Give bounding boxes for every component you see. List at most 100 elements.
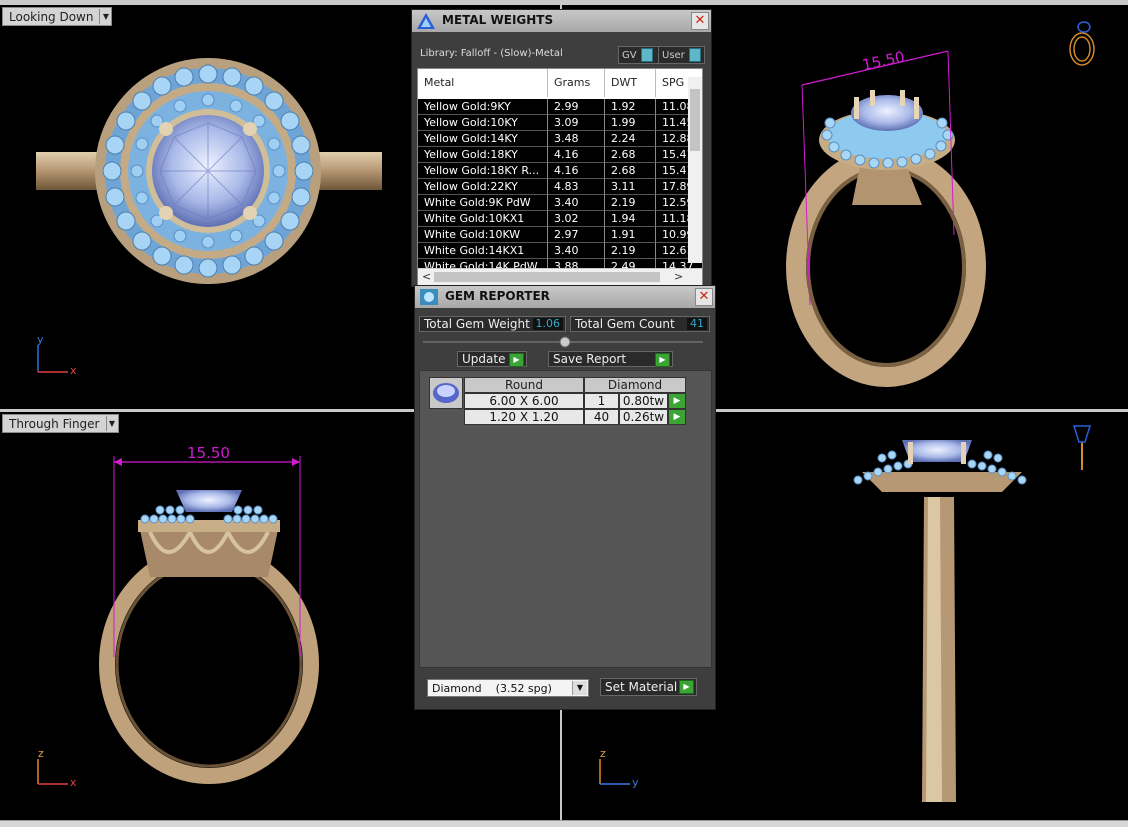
metal-name: White Gold:10KX1 — [418, 211, 548, 227]
total-gem-weight-label: Total Gem Weight — [424, 317, 530, 331]
play-icon: ▶ — [509, 353, 524, 367]
grams-value: 4.16 — [548, 163, 605, 179]
gem-table: Round Diamond 6.00 X 6.00 1 0.80tw ▶ 1.2… — [464, 377, 686, 425]
metal-name: White Gold:9K PdW — [418, 195, 548, 211]
metal-name: White Gold:14KX1 — [418, 243, 548, 259]
table-header: Metal Grams DWT SPG — [418, 69, 702, 97]
material-select[interactable]: Diamond (3.52 spg) ▼ — [427, 679, 589, 697]
axis-z-label: z — [600, 747, 606, 760]
table-row[interactable]: White Gold:10KW 2.97 1.91 10.99 — [418, 227, 702, 243]
user-toggle[interactable]: User — [658, 46, 705, 64]
select-row-icon[interactable]: ▶ — [668, 393, 686, 409]
toggle-switch-icon — [640, 48, 653, 62]
table-body: Yellow Gold:9KY 2.99 1.92 11.08 Yellow Gold… — [418, 99, 702, 275]
column-header-metal[interactable]: Metal — [418, 69, 548, 97]
grams-value: 2.99 — [548, 99, 605, 115]
shape-header: Round — [464, 377, 584, 393]
scale-icon — [417, 13, 435, 29]
gem-count: 40 — [584, 409, 619, 425]
dwt-value: 1.99 — [605, 115, 656, 131]
metal-name: Yellow Gold:18KY — [418, 147, 548, 163]
table-row[interactable]: Yellow Gold:22KY 4.83 3.11 17.89 — [418, 179, 702, 195]
panel-title: METAL WEIGHTS — [442, 13, 554, 27]
axis-x-label: x — [70, 364, 77, 377]
set-material-button[interactable]: Set Material ▶ — [600, 678, 697, 696]
gem-table-header: Round Diamond — [464, 377, 686, 393]
table-row[interactable]: Yellow Gold:10KY 3.09 1.99 11.45 — [418, 115, 702, 131]
gem-reporter-titlebar[interactable]: GEM REPORTER ✕ — [415, 286, 715, 308]
gem-weight: 0.26tw — [619, 409, 668, 425]
play-icon: ▶ — [655, 353, 670, 367]
chevron-down-icon[interactable]: ▼ — [572, 681, 587, 695]
table-row[interactable]: 1.20 X 1.20 40 0.26tw ▶ — [464, 409, 686, 425]
dimension-label: 15.50 — [187, 444, 230, 462]
status-bar — [0, 820, 1128, 827]
total-gem-count-field: Total Gem Count 41 — [570, 316, 710, 332]
material-header: Diamond — [584, 377, 686, 393]
dwt-value: 3.11 — [605, 179, 656, 195]
grams-value: 4.83 — [548, 179, 605, 195]
close-icon[interactable]: ✕ — [695, 288, 713, 306]
table-row[interactable]: White Gold:10KX1 3.02 1.94 11.18 — [418, 211, 702, 227]
table-row[interactable]: Yellow Gold:14KY 3.48 2.24 12.88 — [418, 131, 702, 147]
table-row[interactable]: Yellow Gold:9KY 2.99 1.92 11.08 — [418, 99, 702, 115]
axis-y-label: y — [632, 776, 639, 789]
material-select-value: Diamond (3.52 spg) — [432, 681, 552, 695]
table-row[interactable]: Yellow Gold:18KY R... 4.16 2.68 15.41 — [418, 163, 702, 179]
gem-list-area[interactable]: Round Diamond 6.00 X 6.00 1 0.80tw ▶ 1.2… — [419, 370, 712, 668]
gem-reporter-panel[interactable]: GEM REPORTER ✕ Total Gem Weight 1.06 Tot… — [414, 285, 716, 710]
close-icon[interactable]: ✕ — [691, 12, 709, 30]
save-report-label: Save Report — [553, 352, 627, 366]
dwt-value: 2.68 — [605, 163, 656, 179]
user-toggle-label: User — [662, 49, 685, 61]
metal-weights-titlebar[interactable]: METAL WEIGHTS ✕ — [412, 10, 711, 32]
gv-toggle[interactable]: GV — [618, 46, 659, 64]
total-gem-weight-value: 1.06 — [532, 318, 563, 330]
metal-name: Yellow Gold:14KY — [418, 131, 548, 147]
horizontal-scrollbar[interactable]: < > — [418, 268, 702, 285]
column-header-grams[interactable]: Grams — [548, 69, 605, 97]
total-gem-weight-field: Total Gem Weight 1.06 — [419, 316, 566, 332]
metal-weights-table[interactable]: Metal Grams DWT SPG Yellow Gold:9KY 2.99 1… — [417, 68, 703, 286]
grams-value: 3.02 — [548, 211, 605, 227]
table-row[interactable]: White Gold:9K PdW 3.40 2.19 12.59 — [418, 195, 702, 211]
grams-value: 3.40 — [548, 195, 605, 211]
gem-weight: 0.80tw — [619, 393, 668, 409]
metal-name: Yellow Gold:18KY R... — [418, 163, 548, 179]
toggle-switch-icon — [688, 48, 701, 62]
panel-title: GEM REPORTER — [445, 289, 550, 303]
vertical-scrollbar[interactable] — [688, 77, 702, 263]
gem-size: 1.20 X 1.20 — [464, 409, 584, 425]
divider-handle[interactable] — [423, 336, 703, 348]
gem-size: 6.00 X 6.00 — [464, 393, 584, 409]
gem-count: 1 — [584, 393, 619, 409]
grams-value: 3.48 — [548, 131, 605, 147]
dwt-value: 1.91 — [605, 227, 656, 243]
axis-z-label: z — [38, 747, 44, 760]
scroll-right-icon[interactable]: > — [674, 270, 683, 283]
metal-weights-panel[interactable]: METAL WEIGHTS ✕ Library: Falloff - (Slow… — [411, 9, 712, 287]
column-header-dwt[interactable]: DWT — [605, 69, 656, 97]
grams-value: 3.40 — [548, 243, 605, 259]
scroll-left-icon[interactable]: < — [422, 270, 431, 283]
dwt-value: 1.92 — [605, 99, 656, 115]
gem-report-icon — [420, 289, 438, 305]
update-label: Update — [462, 352, 506, 366]
table-row[interactable]: 6.00 X 6.00 1 0.80tw ▶ — [464, 393, 686, 409]
scrollbar-thumb[interactable] — [434, 272, 660, 282]
metal-name: Yellow Gold:10KY — [418, 115, 548, 131]
library-label: Library: Falloff - (Slow)-Metal — [420, 48, 563, 59]
play-icon: ▶ — [679, 680, 694, 694]
set-material-label: Set Material — [605, 680, 678, 694]
select-row-icon[interactable]: ▶ — [668, 409, 686, 425]
table-row[interactable]: Yellow Gold:18KY 4.16 2.68 15.41 — [418, 147, 702, 163]
update-button[interactable]: Update ▶ — [457, 351, 527, 367]
metal-name: Yellow Gold:9KY — [418, 99, 548, 115]
total-gem-count-value: 41 — [687, 318, 707, 330]
dwt-value: 2.19 — [605, 195, 656, 211]
axis-y-label: y — [37, 333, 44, 346]
table-row[interactable]: White Gold:14KX1 3.40 2.19 12.61 — [418, 243, 702, 259]
round-gem-icon — [429, 377, 463, 409]
scrollbar-thumb[interactable] — [690, 89, 700, 151]
save-report-button[interactable]: Save Report ▶ — [548, 351, 673, 367]
